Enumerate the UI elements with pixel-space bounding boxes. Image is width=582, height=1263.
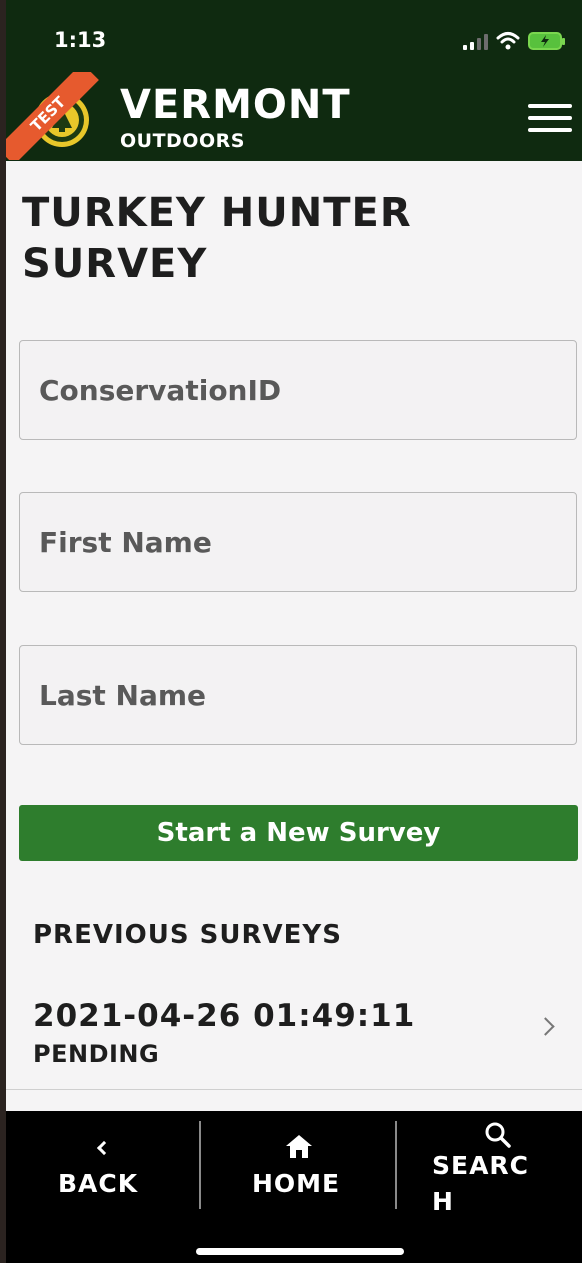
home-icon xyxy=(284,1133,314,1159)
previous-surveys-heading: PREVIOUS SURVEYS xyxy=(33,920,342,950)
nav-divider xyxy=(395,1121,397,1209)
nav-back-label: BACK xyxy=(58,1169,139,1198)
bottom-navigation: BACK HOME SEARC H xyxy=(6,1111,582,1263)
start-new-survey-button[interactable]: Start a New Survey xyxy=(19,805,578,861)
hamburger-menu-icon[interactable] xyxy=(528,104,572,132)
survey-date: 2021-04-26 01:49:11 xyxy=(33,998,416,1034)
page-title: TURKEY HUNTER SURVEY xyxy=(22,190,412,287)
search-icon xyxy=(484,1121,512,1149)
status-icons xyxy=(463,28,565,54)
wifi-icon xyxy=(496,32,520,50)
nav-search-label-wrap: H xyxy=(432,1187,454,1216)
cellular-signal-icon xyxy=(463,32,488,50)
nav-back-button[interactable]: BACK xyxy=(6,1111,200,1221)
first-name-input[interactable] xyxy=(19,492,577,592)
battery-charging-icon xyxy=(528,32,565,50)
last-name-input[interactable] xyxy=(19,645,577,745)
home-indicator xyxy=(196,1248,404,1255)
nav-home-button[interactable]: HOME xyxy=(202,1111,396,1221)
brand-title: VERMONT xyxy=(120,82,351,128)
nav-search-label: SEARC xyxy=(432,1151,530,1180)
app-screen: 1:13 TEST VERMONT OUTDOORS TURKEY HUNTER… xyxy=(6,0,582,1263)
vermont-fish-wildlife-logo[interactable]: TEST xyxy=(6,72,106,160)
nav-search-button[interactable]: SEARC H xyxy=(398,1111,582,1221)
chevron-left-icon xyxy=(96,1140,112,1156)
survey-list-item[interactable]: 2021-04-26 01:49:11 PENDING xyxy=(6,980,582,1090)
survey-status: PENDING xyxy=(33,1040,160,1068)
chevron-right-icon xyxy=(536,1017,555,1036)
app-header: 1:13 TEST VERMONT OUTDOORS xyxy=(6,0,582,161)
conservation-id-input[interactable] xyxy=(19,340,577,440)
nav-home-label: HOME xyxy=(252,1169,341,1198)
brand-subtitle: OUTDOORS xyxy=(120,130,245,152)
status-time: 1:13 xyxy=(54,28,107,52)
nav-divider xyxy=(199,1121,201,1209)
